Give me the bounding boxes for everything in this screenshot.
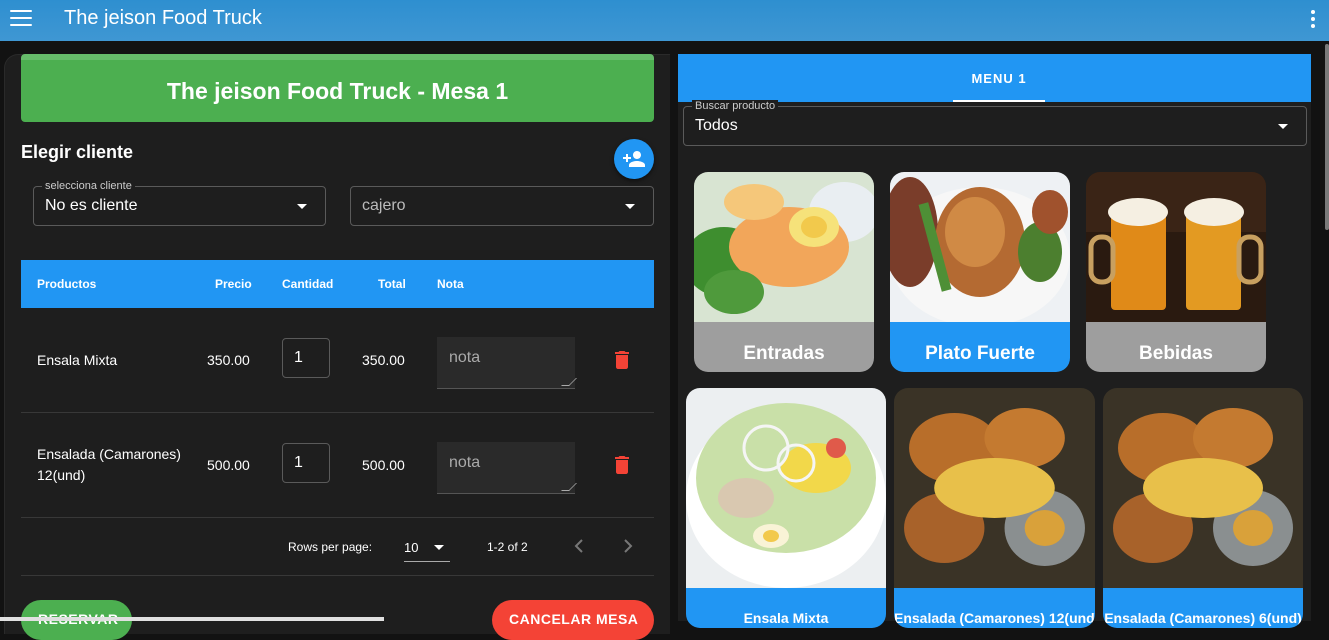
product-total: 350.00 (362, 352, 405, 368)
chevron-down-icon (434, 545, 444, 550)
ensalada-camarones-12-image (894, 388, 1095, 588)
more-options-icon[interactable] (1309, 9, 1317, 29)
rows-per-page-value: 10 (404, 540, 419, 555)
column-header-price: Precio (215, 277, 252, 291)
column-header-note: Nota (437, 277, 464, 291)
table-row: Ensalada (Camarones) 12(und) 500.00 1 50… (21, 413, 654, 518)
category-card-bebidas[interactable]: Bebidas (1086, 172, 1266, 372)
quantity-input[interactable]: 1 (282, 443, 330, 483)
resize-handle-icon[interactable] (561, 483, 577, 491)
table-title: The jeison Food Truck - Mesa 1 (166, 77, 509, 104)
product-label: Ensalada (Camarones) 6(und) (1103, 588, 1303, 628)
cashier-select[interactable]: cajero (350, 186, 654, 226)
category-label: Entradas (694, 322, 874, 372)
product-label: Ensala Mixta (686, 588, 886, 628)
hamburger-menu-icon[interactable] (10, 10, 32, 26)
pagination-range: 1-2 of 2 (487, 540, 528, 554)
client-select-value: No es cliente (45, 197, 138, 214)
category-card-plato-fuerte[interactable]: Plato Fuerte (890, 172, 1070, 372)
chevron-down-icon (625, 204, 635, 209)
plato-fuerte-image (890, 172, 1070, 322)
cashier-select-value: cajero (362, 197, 406, 214)
product-card-ensalada-camarones-6[interactable]: Ensalada (Camarones) 6(und) (1103, 388, 1303, 628)
add-client-button[interactable] (614, 139, 654, 179)
note-textarea[interactable]: nota (437, 337, 577, 389)
horizontal-scrollbar[interactable] (0, 617, 384, 621)
product-price: 500.00 (207, 457, 250, 473)
person-add-icon (623, 151, 645, 167)
product-search-legend: Buscar producto (692, 100, 779, 112)
product-total: 500.00 (362, 457, 405, 473)
product-search-value: Todos (695, 117, 738, 134)
ensalada-camarones-6-image (1103, 388, 1303, 588)
product-label: Ensalada (Camarones) 12(und) (894, 588, 1095, 628)
product-price: 350.00 (207, 352, 250, 368)
table-row: Ensala Mixta 350.00 1 350.00 nota (21, 308, 654, 413)
column-header-products: Productos (37, 277, 97, 291)
delete-icon[interactable] (615, 456, 629, 474)
menu-tabs: MENU 1 (678, 54, 1311, 102)
product-name: Ensala Mixta (37, 352, 118, 368)
rows-per-page-select[interactable]: 10 (404, 532, 450, 562)
app-bar: The jeison Food Truck (0, 0, 1329, 41)
category-label: Bebidas (1086, 322, 1266, 372)
client-select[interactable]: selecciona cliente No es cliente (33, 180, 326, 226)
note-placeholder: nota (449, 349, 481, 366)
ensala-mixta-image (686, 388, 886, 588)
column-header-total: Total (378, 277, 406, 291)
category-label: Plato Fuerte (890, 322, 1070, 372)
chevron-right-icon[interactable] (620, 537, 636, 555)
rows-per-page-label: Rows per page: (288, 540, 373, 554)
product-card-ensala-mixta[interactable]: Ensala Mixta (686, 388, 886, 628)
product-search-select[interactable]: Buscar producto Todos (683, 100, 1307, 146)
bebidas-image (1086, 172, 1266, 322)
category-card-entradas[interactable]: Entradas (694, 172, 874, 372)
table-pagination: Rows per page: 10 1-2 of 2 (21, 518, 654, 576)
note-placeholder: nota (449, 454, 481, 471)
column-header-quantity: Cantidad (282, 277, 334, 291)
chevron-down-icon (1278, 124, 1288, 129)
vertical-scrollbar[interactable] (1325, 44, 1329, 230)
app-title: The jeison Food Truck (64, 7, 262, 29)
product-card-ensalada-camarones-12[interactable]: Ensalada (Camarones) 12(und) (894, 388, 1095, 628)
quantity-input[interactable]: 1 (282, 338, 330, 378)
cancel-table-button[interactable]: CANCELAR MESA (492, 600, 654, 640)
chevron-down-icon (297, 204, 307, 209)
chevron-left-icon[interactable] (571, 537, 587, 555)
choose-client-label: Elegir cliente (21, 142, 134, 162)
client-select-legend: selecciona cliente (42, 180, 135, 192)
table-header: The jeison Food Truck - Mesa 1 (21, 54, 654, 122)
note-textarea[interactable]: nota (437, 442, 577, 494)
entradas-image (694, 172, 874, 322)
tab-menu-1[interactable]: MENU 1 (953, 54, 1045, 102)
products-table-header: Productos Precio Cantidad Total Nota (21, 260, 654, 308)
product-name: Ensalada (Camarones) 12(und) (37, 446, 181, 483)
resize-handle-icon[interactable] (561, 378, 577, 386)
delete-icon[interactable] (615, 351, 629, 369)
